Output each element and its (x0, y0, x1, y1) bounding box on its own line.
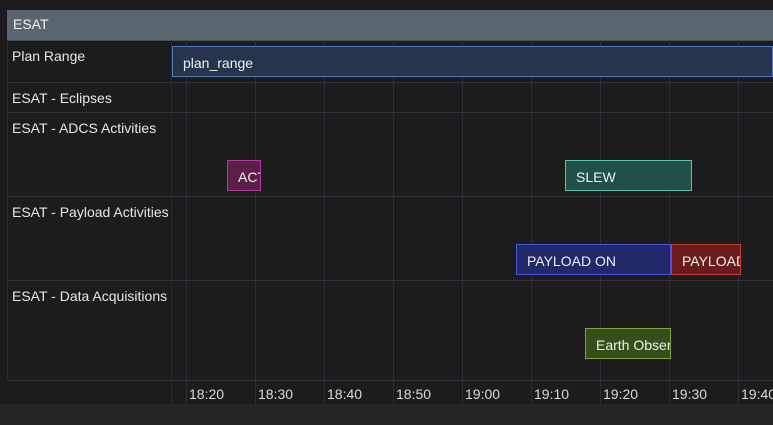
activity-earth-observation[interactable]: Earth Obser (585, 328, 671, 359)
row-separator (7, 280, 773, 281)
row-separator (7, 380, 773, 381)
time-tick-label: 19:30 (672, 386, 708, 402)
left-border (7, 40, 8, 380)
activity-payload-on[interactable]: PAYLOAD ON (516, 244, 671, 275)
activity-act[interactable]: ACT (227, 160, 261, 191)
activity-label: plan_range (183, 55, 254, 71)
activity-label: PAYLOAD (682, 253, 741, 269)
time-tick-label: 18:30 (258, 386, 294, 402)
grid-line (255, 40, 256, 404)
bottom-scroll-area (0, 404, 773, 425)
time-tick-label: 18:40 (327, 386, 363, 402)
activity-label: PAYLOAD ON (527, 253, 616, 269)
activity-label: Earth Obser (596, 337, 671, 353)
timeline-app: ESAT Plan Range ESAT - Eclipses ESAT - A… (0, 0, 773, 425)
grid-line (738, 40, 739, 404)
row-label-plan-range: Plan Range (12, 48, 86, 64)
grid-line (393, 40, 394, 404)
plan-start-line (171, 40, 172, 404)
activity-plan-range[interactable]: plan_range (172, 46, 773, 77)
activity-label: ACT (238, 169, 260, 185)
activity-slew[interactable]: SLEW (565, 160, 692, 191)
time-tick-label: 19:40 (741, 386, 773, 402)
activity-label: SLEW (576, 169, 616, 185)
time-tick-label: 19:00 (465, 386, 501, 402)
time-tick-label: 18:50 (396, 386, 432, 402)
time-tick-label: 19:20 (603, 386, 639, 402)
group-header-esat[interactable]: ESAT (7, 10, 773, 41)
grid-line (186, 40, 187, 404)
group-title: ESAT (13, 16, 49, 32)
activity-payload-off[interactable]: PAYLOAD (671, 244, 741, 275)
time-tick-label: 18:20 (189, 386, 225, 402)
row-label-eclipses: ESAT - Eclipses (12, 90, 112, 106)
row-separator (7, 82, 773, 83)
row-separator (7, 196, 773, 197)
grid-line (462, 40, 463, 404)
row-label-payload-activities: ESAT - Payload Activities (12, 204, 169, 220)
time-tick-label: 19:10 (534, 386, 570, 402)
row-label-adcs-activities: ESAT - ADCS Activities (12, 120, 157, 136)
row-separator (7, 112, 773, 113)
row-label-data-acquisitions: ESAT - Data Acquisitions (12, 288, 168, 304)
grid-line (324, 40, 325, 404)
grid-line (531, 40, 532, 404)
